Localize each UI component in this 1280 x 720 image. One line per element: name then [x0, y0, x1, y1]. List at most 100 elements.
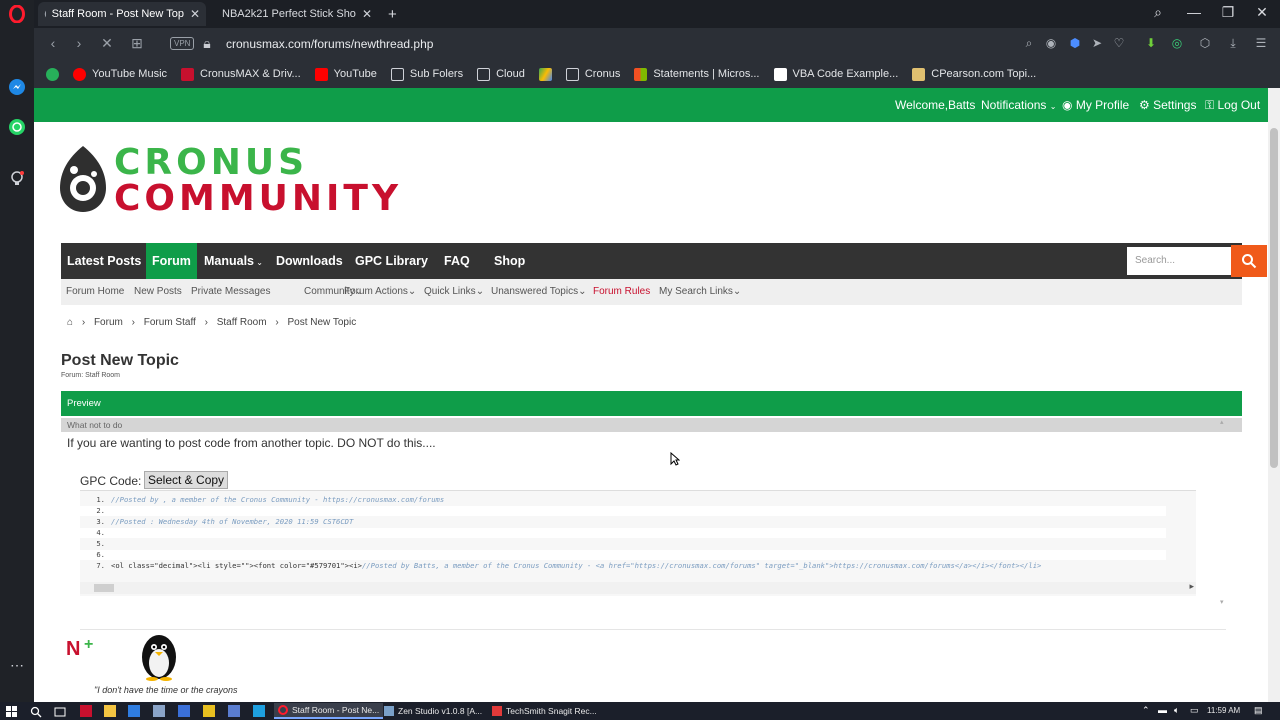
tab-grid-icon[interactable]: ⊞ [128, 35, 146, 52]
search-icon[interactable] [30, 705, 42, 718]
home-icon[interactable]: ⌂ [67, 317, 73, 328]
tab-staff-room[interactable]: Staff Room - Post New Top ✕ [38, 2, 206, 26]
search-input[interactable]: Search... [1127, 247, 1231, 275]
scroll-down-icon[interactable]: ▾ [1220, 598, 1224, 606]
download-extension-icon[interactable]: ⬇ [1144, 36, 1158, 50]
messenger-icon[interactable] [7, 77, 27, 97]
whatsapp-icon[interactable] [7, 117, 27, 137]
username-link[interactable]: Batts [948, 98, 975, 112]
grammarly-icon[interactable]: ◎ [1170, 36, 1184, 50]
pinned-app-icon[interactable] [128, 705, 140, 717]
screen: ⋯ Staff Room - Post New Top ✕ NBA2k21 Pe… [0, 0, 1280, 720]
bookmark-vba[interactable]: VBA Code Example... [773, 67, 898, 81]
close-icon[interactable]: ✕ [190, 7, 200, 21]
nav-gpc-library[interactable]: GPC Library [349, 243, 434, 279]
new-tab-button[interactable]: + [382, 2, 404, 26]
minimize-icon[interactable]: — [1184, 4, 1204, 20]
pinned-app-icon[interactable] [178, 705, 190, 717]
pinned-app-icon[interactable] [203, 705, 215, 717]
notification-center-icon[interactable]: ▤ [1254, 705, 1266, 717]
opera-logo-icon[interactable] [7, 4, 27, 24]
post-vertical-scrollbar[interactable]: ▴ ▾ [1220, 418, 1230, 608]
page-icon [773, 67, 787, 81]
easy-setup-icon[interactable]: ☰ [1254, 36, 1268, 50]
scrollbar-thumb[interactable] [94, 584, 114, 592]
select-copy-button[interactable]: Select & Copy [144, 471, 229, 489]
subnav-forum-actions[interactable]: Forum Actions⌄ [344, 286, 416, 297]
bookmark-sub-folers[interactable]: Sub Folers [390, 67, 463, 81]
tray-app-icon[interactable]: ▬ [1158, 705, 1170, 717]
subnav-forum-home[interactable]: Forum Home [66, 286, 124, 297]
bookmark-cpearson[interactable]: CPearson.com Topi... [912, 67, 1036, 81]
tray-chevron-up-icon[interactable]: ⌃ [1142, 705, 1154, 717]
pinned-app-icon[interactable] [80, 705, 92, 717]
tab-nba2k21[interactable]: NBA2k21 Perfect Stick Sho ✕ [210, 2, 378, 26]
nav-faq[interactable]: FAQ [438, 243, 476, 279]
scroll-right-icon[interactable]: ▸ [1189, 581, 1194, 592]
camera-icon[interactable]: ◉ [1044, 36, 1058, 50]
pinned-app-icon[interactable] [253, 705, 265, 717]
forward-icon[interactable]: › [70, 35, 88, 51]
notifications-menu[interactable]: Notifications ⌄ [981, 98, 1056, 112]
search-icon[interactable]: ⌕ [1022, 36, 1036, 50]
settings-link[interactable]: ⚙ Settings [1139, 98, 1196, 112]
bookmark-cronus[interactable]: Cronus [565, 67, 620, 81]
more-icon[interactable]: ⋯ [7, 655, 27, 675]
subnav-my-search-links[interactable]: My Search Links⌄ [659, 286, 741, 297]
bookmark-youtube-music[interactable]: YouTube Music [73, 67, 167, 81]
bookmark-drive[interactable] [538, 67, 552, 81]
cronus-logo-icon[interactable] [58, 144, 108, 219]
send-icon[interactable]: ➤ [1090, 36, 1104, 50]
cube-icon[interactable]: ⬡ [1198, 36, 1212, 50]
horizontal-scrollbar[interactable]: ▸ [80, 581, 1196, 594]
volume-icon[interactable]: 🔈︎ [1174, 705, 1186, 717]
scroll-up-icon[interactable]: ▴ [1220, 418, 1224, 426]
pinned-app-icon[interactable] [228, 705, 240, 717]
code-block[interactable]: 1. //Posted by , a member of the Cronus C… [80, 490, 1196, 596]
shield-icon[interactable]: ⬢ [1068, 36, 1082, 50]
file-explorer-icon[interactable] [104, 705, 116, 717]
vpn-badge[interactable]: VPN [170, 37, 195, 50]
search-tabs-icon[interactable]: ⌕ [1148, 4, 1168, 21]
stop-icon[interactable]: ✕ [98, 35, 116, 52]
taskbar-clock[interactable]: 11:59 AM [1207, 706, 1240, 715]
bookmark-cloud[interactable]: Cloud [477, 67, 525, 81]
pinned-app-icon[interactable] [153, 705, 165, 717]
lightbulb-icon[interactable] [7, 169, 27, 189]
bookmark-cronusmax[interactable]: CronusMAX & Driv... [181, 67, 301, 81]
nav-manuals[interactable]: Manuals ⌄ [198, 243, 269, 279]
restore-icon[interactable]: ❐ [1218, 4, 1238, 21]
subnav-private-messages[interactable]: Private Messages [191, 286, 270, 297]
subnav-new-posts[interactable]: New Posts [134, 286, 182, 297]
page-vertical-scrollbar[interactable] [1268, 88, 1280, 702]
bookmark-youtube[interactable]: YouTube [314, 67, 377, 81]
close-icon[interactable]: ✕ [362, 7, 372, 21]
nav-downloads[interactable]: Downloads [270, 243, 349, 279]
windows-start-icon[interactable] [6, 705, 18, 717]
taskbar-app-zen-studio[interactable]: Zen Studio v1.0.8 [A... [380, 703, 486, 719]
breadcrumb-forum[interactable]: Forum [94, 317, 123, 328]
bookmark-item[interactable] [46, 67, 59, 81]
breadcrumb-forum-staff[interactable]: Forum Staff [144, 317, 196, 328]
network-icon[interactable]: ▭ [1190, 705, 1202, 717]
subnav-unanswered-topics[interactable]: Unanswered Topics⌄ [491, 286, 586, 297]
subnav-forum-rules[interactable]: Forum Rules [593, 286, 650, 297]
taskbar-app-snagit[interactable]: TechSmith Snagit Rec... [488, 703, 601, 719]
taskbar-app-opera[interactable]: Staff Room - Post Ne... [274, 703, 384, 719]
my-profile-link[interactable]: ◉ My Profile [1062, 98, 1129, 112]
nav-latest-posts[interactable]: Latest Posts [61, 243, 147, 279]
back-icon[interactable]: ‹ [44, 35, 62, 51]
nav-forum[interactable]: Forum [146, 243, 197, 279]
search-button[interactable] [1231, 245, 1267, 277]
task-view-icon[interactable] [54, 705, 66, 717]
downloads-icon[interactable]: ⤓ [1226, 36, 1240, 50]
window-close-icon[interactable]: ✕ [1252, 4, 1272, 21]
heart-icon[interactable]: ♡ [1112, 36, 1126, 50]
url-field[interactable]: cronusmax.com/forums/newthread.php [226, 37, 433, 51]
breadcrumb-staff-room[interactable]: Staff Room [217, 317, 267, 328]
bookmark-statements[interactable]: Statements | Micros... [634, 67, 760, 81]
logout-link[interactable]: ⚿ Log Out [1205, 98, 1260, 113]
nav-shop[interactable]: Shop [488, 243, 531, 279]
subnav-quick-links[interactable]: Quick Links⌄ [424, 286, 484, 297]
scrollbar-thumb[interactable] [1270, 128, 1278, 468]
